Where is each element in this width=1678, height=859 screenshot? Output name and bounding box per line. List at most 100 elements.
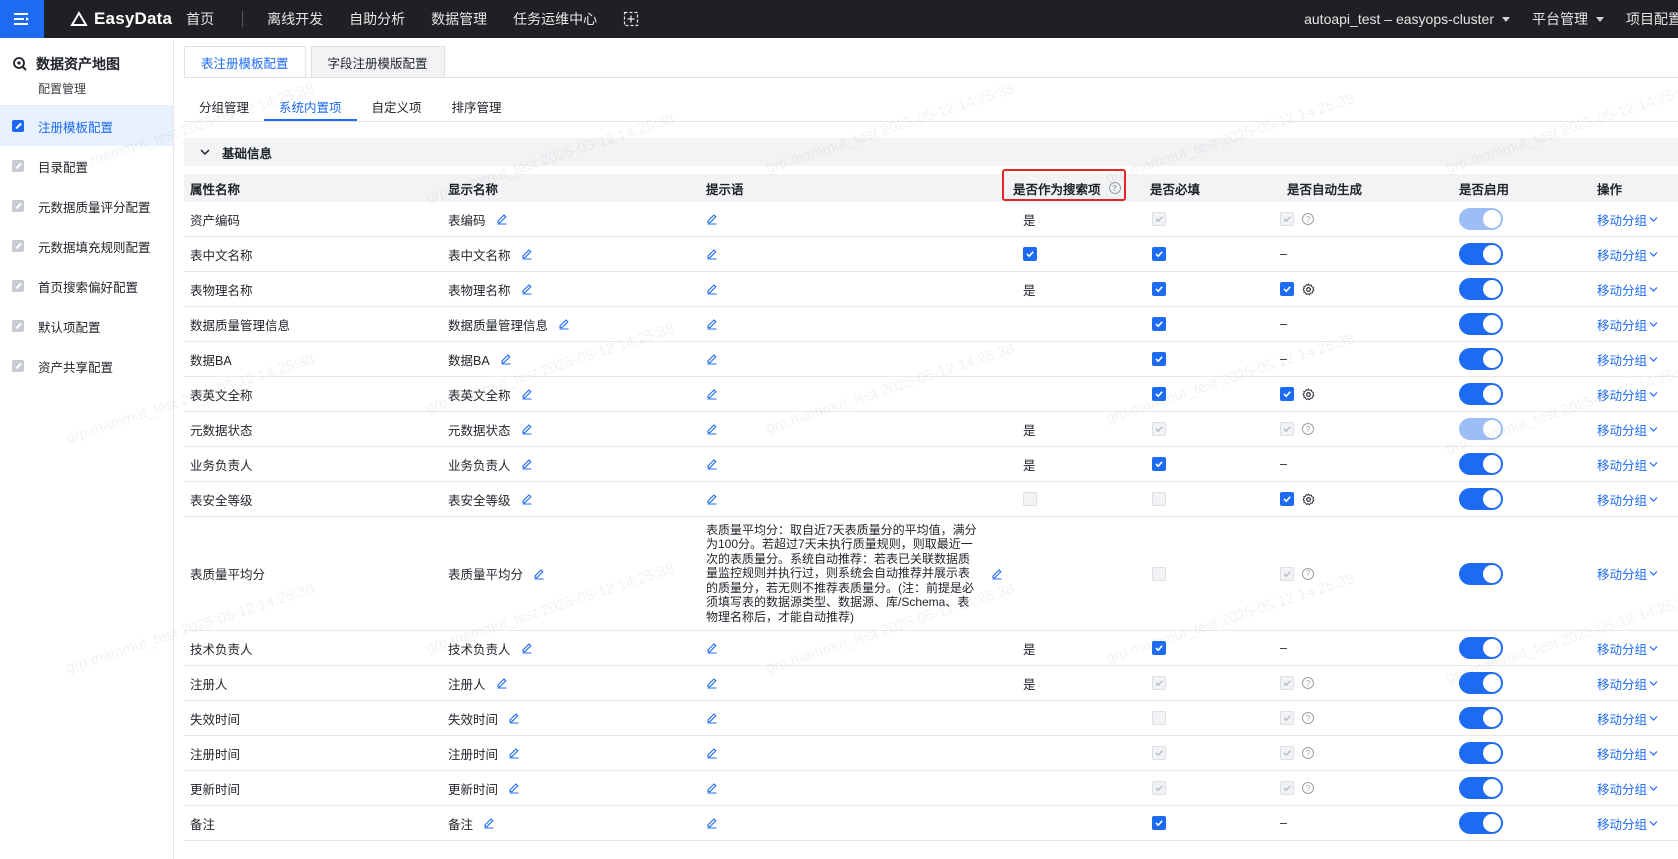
checkbox-checked[interactable] — [1152, 352, 1166, 366]
sidebar-item-register-template[interactable]: 注册模板配置 — [0, 106, 173, 146]
move-group-button[interactable]: 移动分组 — [1597, 210, 1658, 229]
move-group-button[interactable]: 移动分组 — [1597, 744, 1658, 763]
edit-icon[interactable] — [521, 248, 533, 260]
sidebar-item-default-items[interactable]: 默认项配置 — [0, 306, 173, 346]
move-group-button[interactable]: 移动分组 — [1597, 779, 1658, 798]
tab-custom-items[interactable]: 自定义项 — [357, 92, 437, 120]
checkbox-checked[interactable] — [1280, 387, 1294, 401]
add-tab-icon[interactable] — [623, 11, 639, 27]
help-icon[interactable]: ? — [1302, 712, 1314, 724]
tab-sort-management[interactable]: 排序管理 — [437, 92, 517, 120]
help-icon[interactable]: ? — [1108, 182, 1121, 194]
help-icon[interactable]: ? — [1302, 747, 1314, 759]
nav-home[interactable]: 首页 — [186, 9, 214, 29]
help-icon[interactable]: ? — [1302, 677, 1314, 689]
help-icon[interactable]: ? — [1302, 213, 1314, 225]
sidebar-item-asset-sharing[interactable]: 资产共享配置 — [0, 346, 173, 386]
edit-icon[interactable] — [508, 747, 520, 759]
edit-icon[interactable] — [496, 677, 508, 689]
edit-icon[interactable] — [533, 568, 545, 580]
edit-icon[interactable] — [706, 747, 718, 759]
edit-icon[interactable] — [483, 817, 495, 829]
edit-icon[interactable] — [521, 493, 533, 505]
move-group-button[interactable]: 移动分组 — [1597, 420, 1658, 439]
nav-self-analysis[interactable]: 自助分析 — [349, 9, 405, 29]
move-group-button[interactable]: 移动分组 — [1597, 674, 1658, 693]
checkbox-checked[interactable] — [1152, 641, 1166, 655]
sidebar-item-metadata-fill-rule[interactable]: 元数据填充规则配置 — [0, 226, 173, 266]
settings-gear-icon[interactable] — [1302, 282, 1315, 296]
checkbox-checked[interactable] — [1023, 247, 1037, 261]
help-icon[interactable]: ? — [1302, 423, 1314, 435]
sidebar-item-metadata-quality-score[interactable]: 元数据质量评分配置 — [0, 186, 173, 226]
enable-toggle[interactable] — [1459, 812, 1503, 834]
enable-toggle[interactable] — [1459, 243, 1503, 265]
enable-toggle[interactable] — [1459, 777, 1503, 799]
tab-system-builtin[interactable]: 系统内置项 — [264, 92, 357, 121]
tab-field-register-template[interactable]: 字段注册模版配置 — [310, 46, 445, 78]
checkbox-checked[interactable] — [1152, 816, 1166, 830]
enable-toggle[interactable] — [1459, 453, 1503, 475]
edit-icon[interactable] — [521, 283, 533, 295]
enable-toggle[interactable] — [1459, 348, 1503, 370]
nav-task-ops[interactable]: 任务运维中心 — [513, 9, 597, 29]
enable-toggle[interactable] — [1459, 278, 1503, 300]
edit-icon[interactable] — [706, 248, 718, 260]
edit-icon[interactable] — [706, 782, 718, 794]
edit-icon[interactable] — [521, 642, 533, 654]
edit-icon[interactable] — [508, 782, 520, 794]
move-group-button[interactable]: 移动分组 — [1597, 315, 1658, 334]
settings-gear-icon[interactable] — [1302, 492, 1315, 506]
enable-toggle[interactable] — [1459, 707, 1503, 729]
platform-menu[interactable]: 平台管理 — [1532, 9, 1604, 29]
checkbox-checked[interactable] — [1152, 317, 1166, 331]
enable-toggle[interactable] — [1459, 313, 1503, 335]
move-group-button[interactable]: 移动分组 — [1597, 350, 1658, 369]
tab-group-management[interactable]: 分组管理 — [184, 92, 264, 120]
move-group-button[interactable]: 移动分组 — [1597, 245, 1658, 264]
edit-icon[interactable] — [706, 493, 718, 505]
checkbox-checked[interactable] — [1280, 492, 1294, 506]
help-icon[interactable]: ? — [1302, 567, 1314, 580]
edit-icon[interactable] — [706, 283, 718, 295]
edit-icon[interactable] — [706, 318, 718, 330]
project-selector[interactable]: autoapi_test – easyops-cluster — [1304, 11, 1510, 27]
edit-icon[interactable] — [521, 388, 533, 400]
edit-icon[interactable] — [706, 817, 718, 829]
sidebar-item-home-search-preference[interactable]: 首页搜索偏好配置 — [0, 266, 173, 306]
edit-icon[interactable] — [706, 388, 718, 400]
checkbox-checked[interactable] — [1152, 247, 1166, 261]
enable-toggle[interactable] — [1459, 637, 1503, 659]
settings-gear-icon[interactable] — [1302, 387, 1315, 401]
tab-table-register-template[interactable]: 表注册模板配置 — [184, 46, 306, 78]
edit-icon[interactable] — [706, 213, 718, 225]
edit-icon[interactable] — [706, 458, 718, 470]
enable-toggle[interactable] — [1459, 383, 1503, 405]
checkbox-checked[interactable] — [1152, 387, 1166, 401]
move-group-button[interactable]: 移动分组 — [1597, 814, 1658, 833]
section-basic-info[interactable]: 基础信息 — [184, 138, 1678, 166]
edit-icon[interactable] — [558, 318, 570, 330]
nav-data-management[interactable]: 数据管理 — [431, 9, 487, 29]
edit-icon[interactable] — [521, 458, 533, 470]
menu-icon[interactable] — [0, 0, 44, 38]
app-logo[interactable]: EasyData — [70, 9, 172, 29]
edit-icon[interactable] — [706, 423, 718, 435]
checkbox-checked[interactable] — [1152, 282, 1166, 296]
enable-toggle[interactable] — [1459, 672, 1503, 694]
move-group-button[interactable]: 移动分组 — [1597, 709, 1658, 728]
move-group-button[interactable]: 移动分组 — [1597, 564, 1658, 583]
edit-icon[interactable] — [508, 712, 520, 724]
move-group-button[interactable]: 移动分组 — [1597, 639, 1658, 658]
move-group-button[interactable]: 移动分组 — [1597, 385, 1658, 404]
edit-icon[interactable] — [496, 213, 508, 225]
move-group-button[interactable]: 移动分组 — [1597, 280, 1658, 299]
edit-icon[interactable] — [706, 642, 718, 654]
edit-icon[interactable] — [500, 353, 512, 365]
edit-icon[interactable] — [706, 677, 718, 689]
enable-toggle[interactable] — [1459, 562, 1503, 585]
help-icon[interactable]: ? — [1302, 782, 1314, 794]
checkbox-checked[interactable] — [1280, 282, 1294, 296]
edit-icon[interactable] — [706, 353, 718, 365]
nav-offline-dev[interactable]: 离线开发 — [267, 9, 323, 29]
